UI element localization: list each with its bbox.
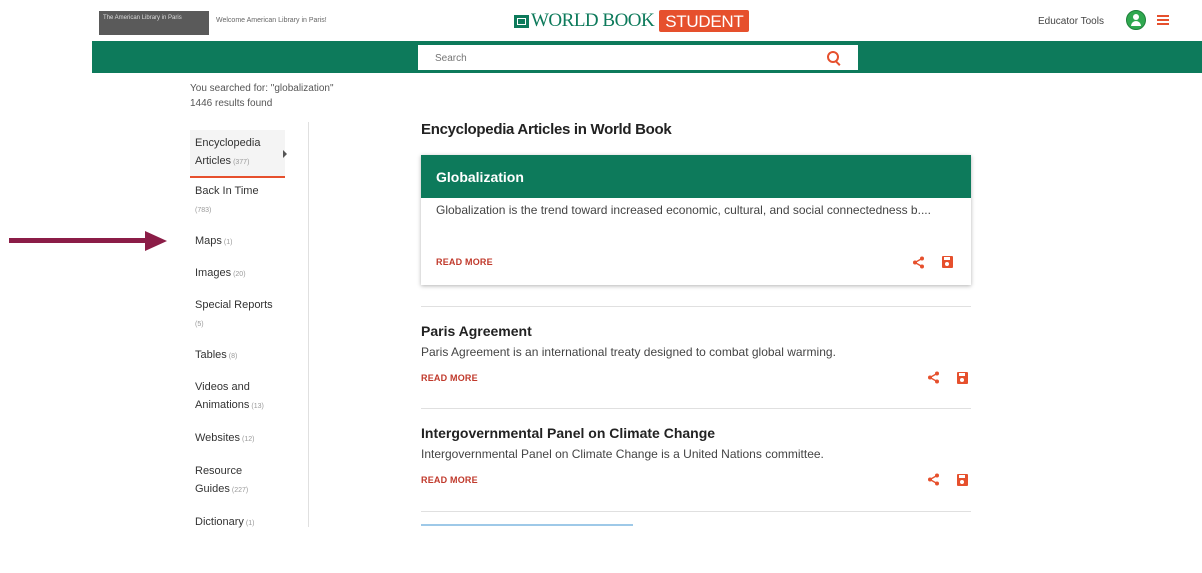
facet-label: Videos and Animations (195, 381, 250, 411)
result-description: Intergovernmental Panel on Climate Chang… (421, 447, 824, 461)
save-icon[interactable] (957, 372, 968, 384)
facet-count: (783) (195, 207, 212, 214)
share-icon[interactable] (912, 256, 925, 269)
featured-result-card: Globalization Globalization is the trend… (421, 155, 971, 285)
facet-videos-and-animations[interactable]: Videos and Animations (13) (195, 378, 285, 416)
read-more-link[interactable]: READ MORE (436, 257, 493, 267)
facet-label: Websites (195, 432, 241, 444)
searched-for-text: You searched for: "globalization" (190, 83, 334, 94)
brand-badge: STUDENT (659, 10, 750, 32)
save-icon[interactable] (942, 256, 953, 268)
facet-count: (12) (242, 436, 255, 443)
facet-label: Tables (195, 349, 227, 361)
read-more-link[interactable]: READ MORE (421, 475, 478, 485)
facet-label: Images (195, 267, 232, 279)
facet-count: (13) (251, 403, 264, 410)
facet-images[interactable]: Images (20) (195, 264, 285, 284)
facet-special-reports[interactable]: Special Reports (5) (195, 296, 285, 334)
facet-label: Back In Time (195, 185, 259, 197)
facet-label: Dictionary (195, 516, 244, 528)
facet-count: (5) (195, 321, 204, 328)
result-description: Paris Agreement is an international trea… (421, 345, 836, 359)
facet-count: (1) (223, 239, 233, 246)
result-title[interactable]: Paris Agreement (421, 323, 532, 339)
world-book-student-logo[interactable]: WORLD BOOK STUDENT (514, 9, 750, 33)
facet-label: Special Reports (195, 299, 273, 311)
search-icon[interactable] (827, 51, 839, 63)
divider (421, 306, 971, 307)
facet-maps[interactable]: Maps (1) (195, 232, 285, 252)
facet-resource-guides[interactable]: Resource Guides (227) (195, 462, 285, 500)
facet-encyclopedia-articles[interactable]: Encyclopedia Articles (377) (190, 130, 287, 178)
facet-back-in-time[interactable]: Back In Time (783) (195, 182, 285, 220)
divider (421, 511, 971, 512)
divider (421, 408, 971, 409)
facet-label: Maps (195, 235, 222, 247)
facet-count: (8) (228, 353, 238, 360)
facet-websites[interactable]: Websites (12) (195, 429, 285, 449)
facet-count: (1) (245, 520, 255, 527)
result-description: Globalization is the trend toward increa… (436, 203, 931, 217)
search-summary: You searched for: "globalization" 1446 r… (190, 81, 334, 111)
facet-tables[interactable]: Tables (8) (195, 346, 285, 366)
facet-count: (227) (231, 487, 249, 494)
save-icon[interactable] (957, 474, 968, 486)
facet-label: Encyclopedia Articles (195, 137, 261, 167)
loading-indicator (421, 524, 633, 526)
share-icon[interactable] (927, 371, 940, 384)
menu-icon[interactable] (1157, 15, 1169, 25)
chevron-right-icon (283, 150, 287, 158)
share-icon[interactable] (927, 473, 940, 486)
welcome-message: Welcome American Library in Paris! (216, 17, 327, 24)
library-logo[interactable]: The American Library in Paris (99, 11, 209, 35)
results-count: 1446 results found (190, 98, 273, 109)
top-header: The American Library in Paris Welcome Am… (0, 0, 1202, 41)
result-title[interactable]: Intergovernmental Panel on Climate Chang… (421, 425, 715, 441)
facet-sidebar: Encyclopedia Articles (377) Back In Time (7… (190, 122, 309, 528)
facet-dictionary[interactable]: Dictionary (1) (195, 513, 285, 533)
annotation-arrow (9, 231, 169, 251)
read-more-link[interactable]: READ MORE (421, 373, 478, 383)
book-icon (514, 14, 529, 28)
user-avatar-icon[interactable] (1126, 10, 1146, 30)
section-title: Encyclopedia Articles in World Book (421, 121, 672, 138)
result-title[interactable]: Globalization (421, 155, 971, 198)
educator-tools-link[interactable]: Educator Tools (1038, 16, 1104, 27)
facet-count: (20) (233, 271, 246, 278)
facet-count: (377) (233, 159, 250, 166)
search-box (418, 45, 858, 72)
brand-main: WORLD BOOK (531, 10, 655, 31)
search-input[interactable] (418, 45, 837, 72)
